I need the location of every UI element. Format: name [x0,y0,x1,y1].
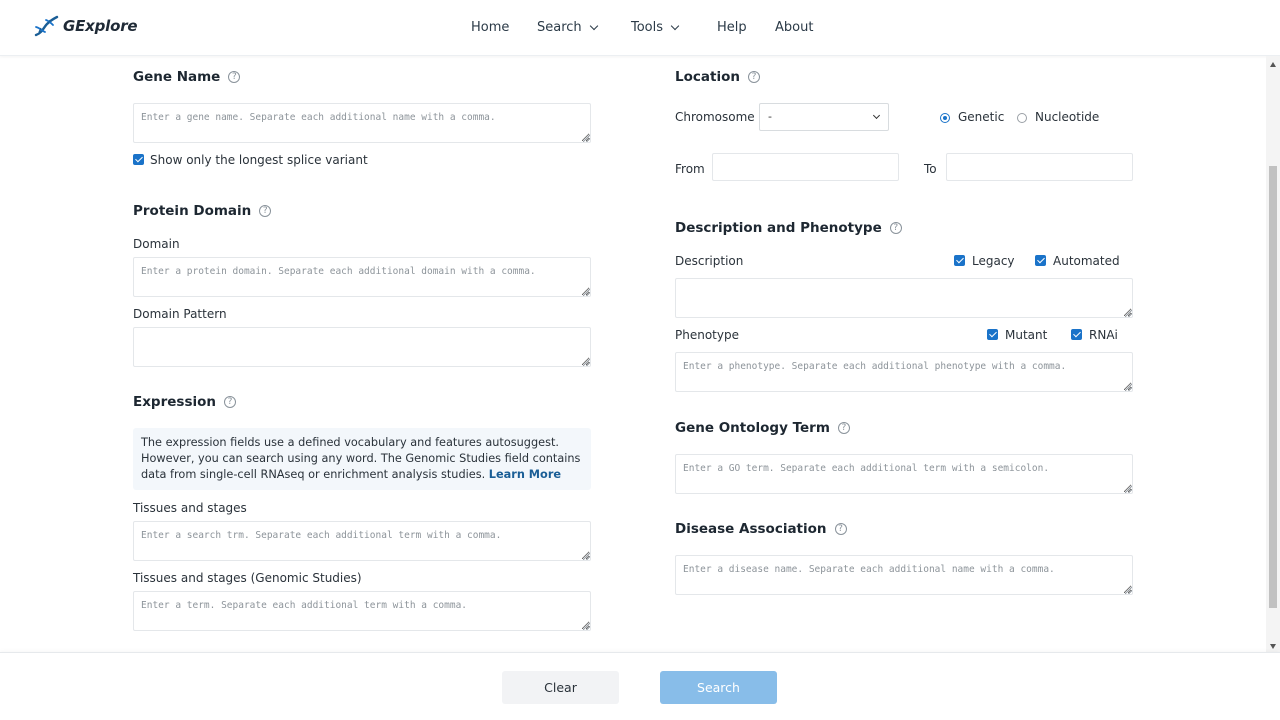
gene-name-section-title: Gene Name ? [133,69,241,85]
chromosome-selected-value: - [768,110,772,123]
rnai-checkbox[interactable] [1071,329,1082,340]
longest-splice-label: Show only the longest splice variant [150,153,368,167]
question-circle-icon[interactable]: ? [837,422,850,434]
vertical-scrollbar[interactable] [1266,56,1280,652]
gene-name-title: Gene Name [133,69,221,85]
expression-title: Expression [133,394,216,410]
longest-splice-checkbox[interactable] [133,154,144,165]
domain-pattern-input[interactable] [133,327,591,367]
genetic-radio[interactable] [940,113,950,123]
domain-input[interactable] [133,257,591,297]
search-button[interactable]: Search [660,671,777,704]
action-footer: Clear Search [0,652,1280,720]
nav-tools[interactable]: Tools [631,20,680,35]
mutant-label: Mutant [1005,328,1048,342]
automated-checkbox[interactable] [1035,255,1046,266]
location-title: Location [675,69,740,85]
scroll-up-arrow-icon[interactable] [1270,62,1276,67]
gene-name-input[interactable] [133,103,591,143]
description-phenotype-title: Description and Phenotype [675,220,882,236]
scroll-down-arrow-icon[interactable] [1270,644,1276,649]
from-label: From [675,162,705,176]
genetic-label: Genetic [958,110,1005,124]
question-circle-icon[interactable]: ? [747,71,760,83]
protein-domain-title: Protein Domain [133,203,252,219]
logo[interactable]: GExplore [33,14,138,38]
nucleotide-radio[interactable] [1017,113,1027,123]
question-circle-icon[interactable]: ? [224,396,236,408]
rnai-label: RNAi [1089,328,1118,342]
question-circle-icon[interactable]: ? [228,71,241,83]
nav-help-label: Help [717,20,747,35]
domain-pattern-label: Domain Pattern [133,307,227,321]
nav-about[interactable]: About [775,20,813,35]
disease-input[interactable] [675,555,1133,595]
top-navbar: GExplore Home Search Tools Help About [0,0,1280,56]
description-label: Description [675,254,744,268]
phenotype-input[interactable] [675,352,1133,392]
chevron-down-icon [872,111,881,120]
phenotype-label: Phenotype [675,328,739,342]
chromosome-select[interactable]: - [759,103,889,131]
learn-more-link[interactable]: Learn More [489,468,561,481]
dna-helix-icon [34,15,59,37]
chevron-down-icon [670,21,680,30]
to-input[interactable] [946,153,1133,181]
nav-search-label: Search [537,20,582,35]
expression-info-box: The expression fields use a defined voca… [133,428,591,490]
nav-search[interactable]: Search [537,20,598,35]
nucleotide-label: Nucleotide [1035,110,1100,124]
description-input[interactable] [675,278,1133,318]
nav-tools-label: Tools [631,20,664,35]
from-input[interactable] [712,153,899,181]
disease-section-title: Disease Association ? [675,521,847,537]
genomic-studies-label: Tissues and stages (Genomic Studies) [133,571,362,585]
nav-home-label: Home [471,20,510,35]
location-section-title: Location ? [675,69,760,85]
legacy-label: Legacy [972,254,1015,268]
tissues-input[interactable] [133,521,591,561]
question-circle-icon[interactable]: ? [834,523,847,535]
expression-section-title: Expression ? [133,394,236,410]
go-term-input[interactable] [675,454,1133,494]
domain-label: Domain [133,237,180,251]
question-circle-icon[interactable]: ? [889,222,902,234]
description-phenotype-section-title: Description and Phenotype ? [675,220,902,236]
question-circle-icon[interactable]: ? [259,205,272,217]
nav-home[interactable]: Home [471,20,509,35]
nav-help[interactable]: Help [717,20,747,35]
chromosome-label: Chromosome [675,110,755,124]
scrollbar-thumb[interactable] [1269,166,1277,608]
go-term-title: Gene Ontology Term [675,420,830,436]
tissues-label: Tissues and stages [133,501,247,515]
nav-about-label: About [775,20,814,35]
protein-domain-section-title: Protein Domain ? [133,203,272,219]
automated-label: Automated [1053,254,1120,268]
mutant-checkbox[interactable] [987,329,998,340]
go-term-section-title: Gene Ontology Term ? [675,420,850,436]
chevron-down-icon [589,21,598,30]
clear-button[interactable]: Clear [502,671,619,704]
genomic-studies-input[interactable] [133,591,591,631]
legacy-checkbox[interactable] [954,255,965,266]
to-label: To [924,162,937,176]
app-name: GExplore [63,17,138,35]
disease-title: Disease Association [675,521,827,537]
